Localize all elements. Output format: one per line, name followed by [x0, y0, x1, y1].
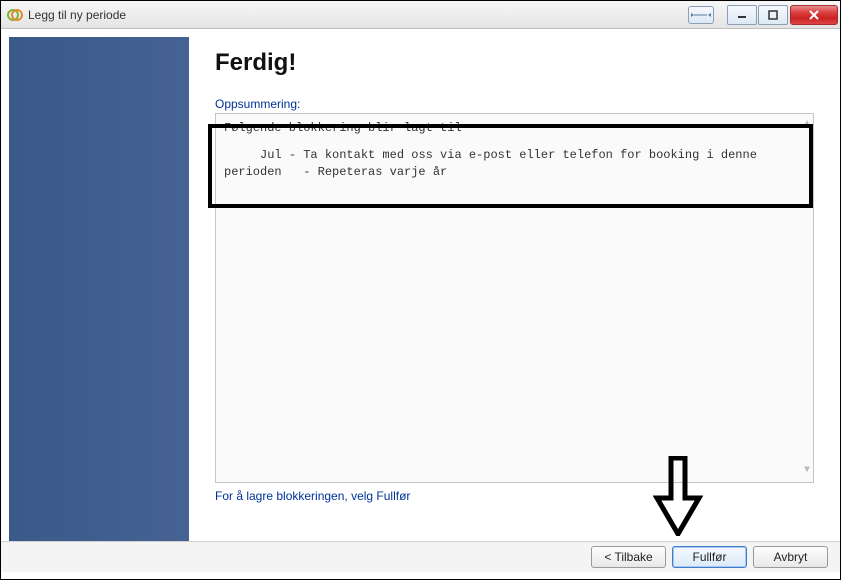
- window-controls: [688, 5, 838, 25]
- wizard-footer: < Tilbake Fullfør Avbryt: [1, 541, 840, 572]
- window-title: Legg til ny periode: [28, 8, 688, 22]
- summary-line: Jul - Ta kontakt med oss via e-post elle…: [224, 147, 805, 181]
- cancel-button[interactable]: Avbryt: [753, 546, 828, 568]
- app-icon: [7, 7, 23, 23]
- scroll-down-hint: ▼: [804, 464, 810, 478]
- window-nav-button[interactable]: [688, 6, 714, 24]
- content-area: Ferdig! Oppsummering: ▲ Følgende blokker…: [1, 29, 840, 541]
- close-button[interactable]: [790, 5, 838, 25]
- page-heading: Ferdig!: [215, 49, 814, 77]
- minimize-button[interactable]: [727, 5, 757, 25]
- back-button[interactable]: < Tilbake: [591, 546, 666, 568]
- summary-label: Oppsummering:: [215, 97, 814, 111]
- scroll-up-hint: ▲: [804, 118, 810, 132]
- finish-button[interactable]: Fullfør: [672, 546, 747, 568]
- summary-box: ▲ Følgende blokkering blir lagt til Jul …: [215, 113, 814, 483]
- titlebar: Legg til ny periode: [1, 1, 840, 29]
- maximize-button[interactable]: [758, 5, 788, 25]
- wizard-main-panel: Ferdig! Oppsummering: ▲ Følgende blokker…: [189, 37, 832, 541]
- wizard-sidebar: [9, 37, 189, 541]
- summary-line: Følgende blokkering blir lagt til: [224, 120, 805, 137]
- instruction-text: For å lagre blokkeringen, velg Fullfør: [215, 489, 814, 503]
